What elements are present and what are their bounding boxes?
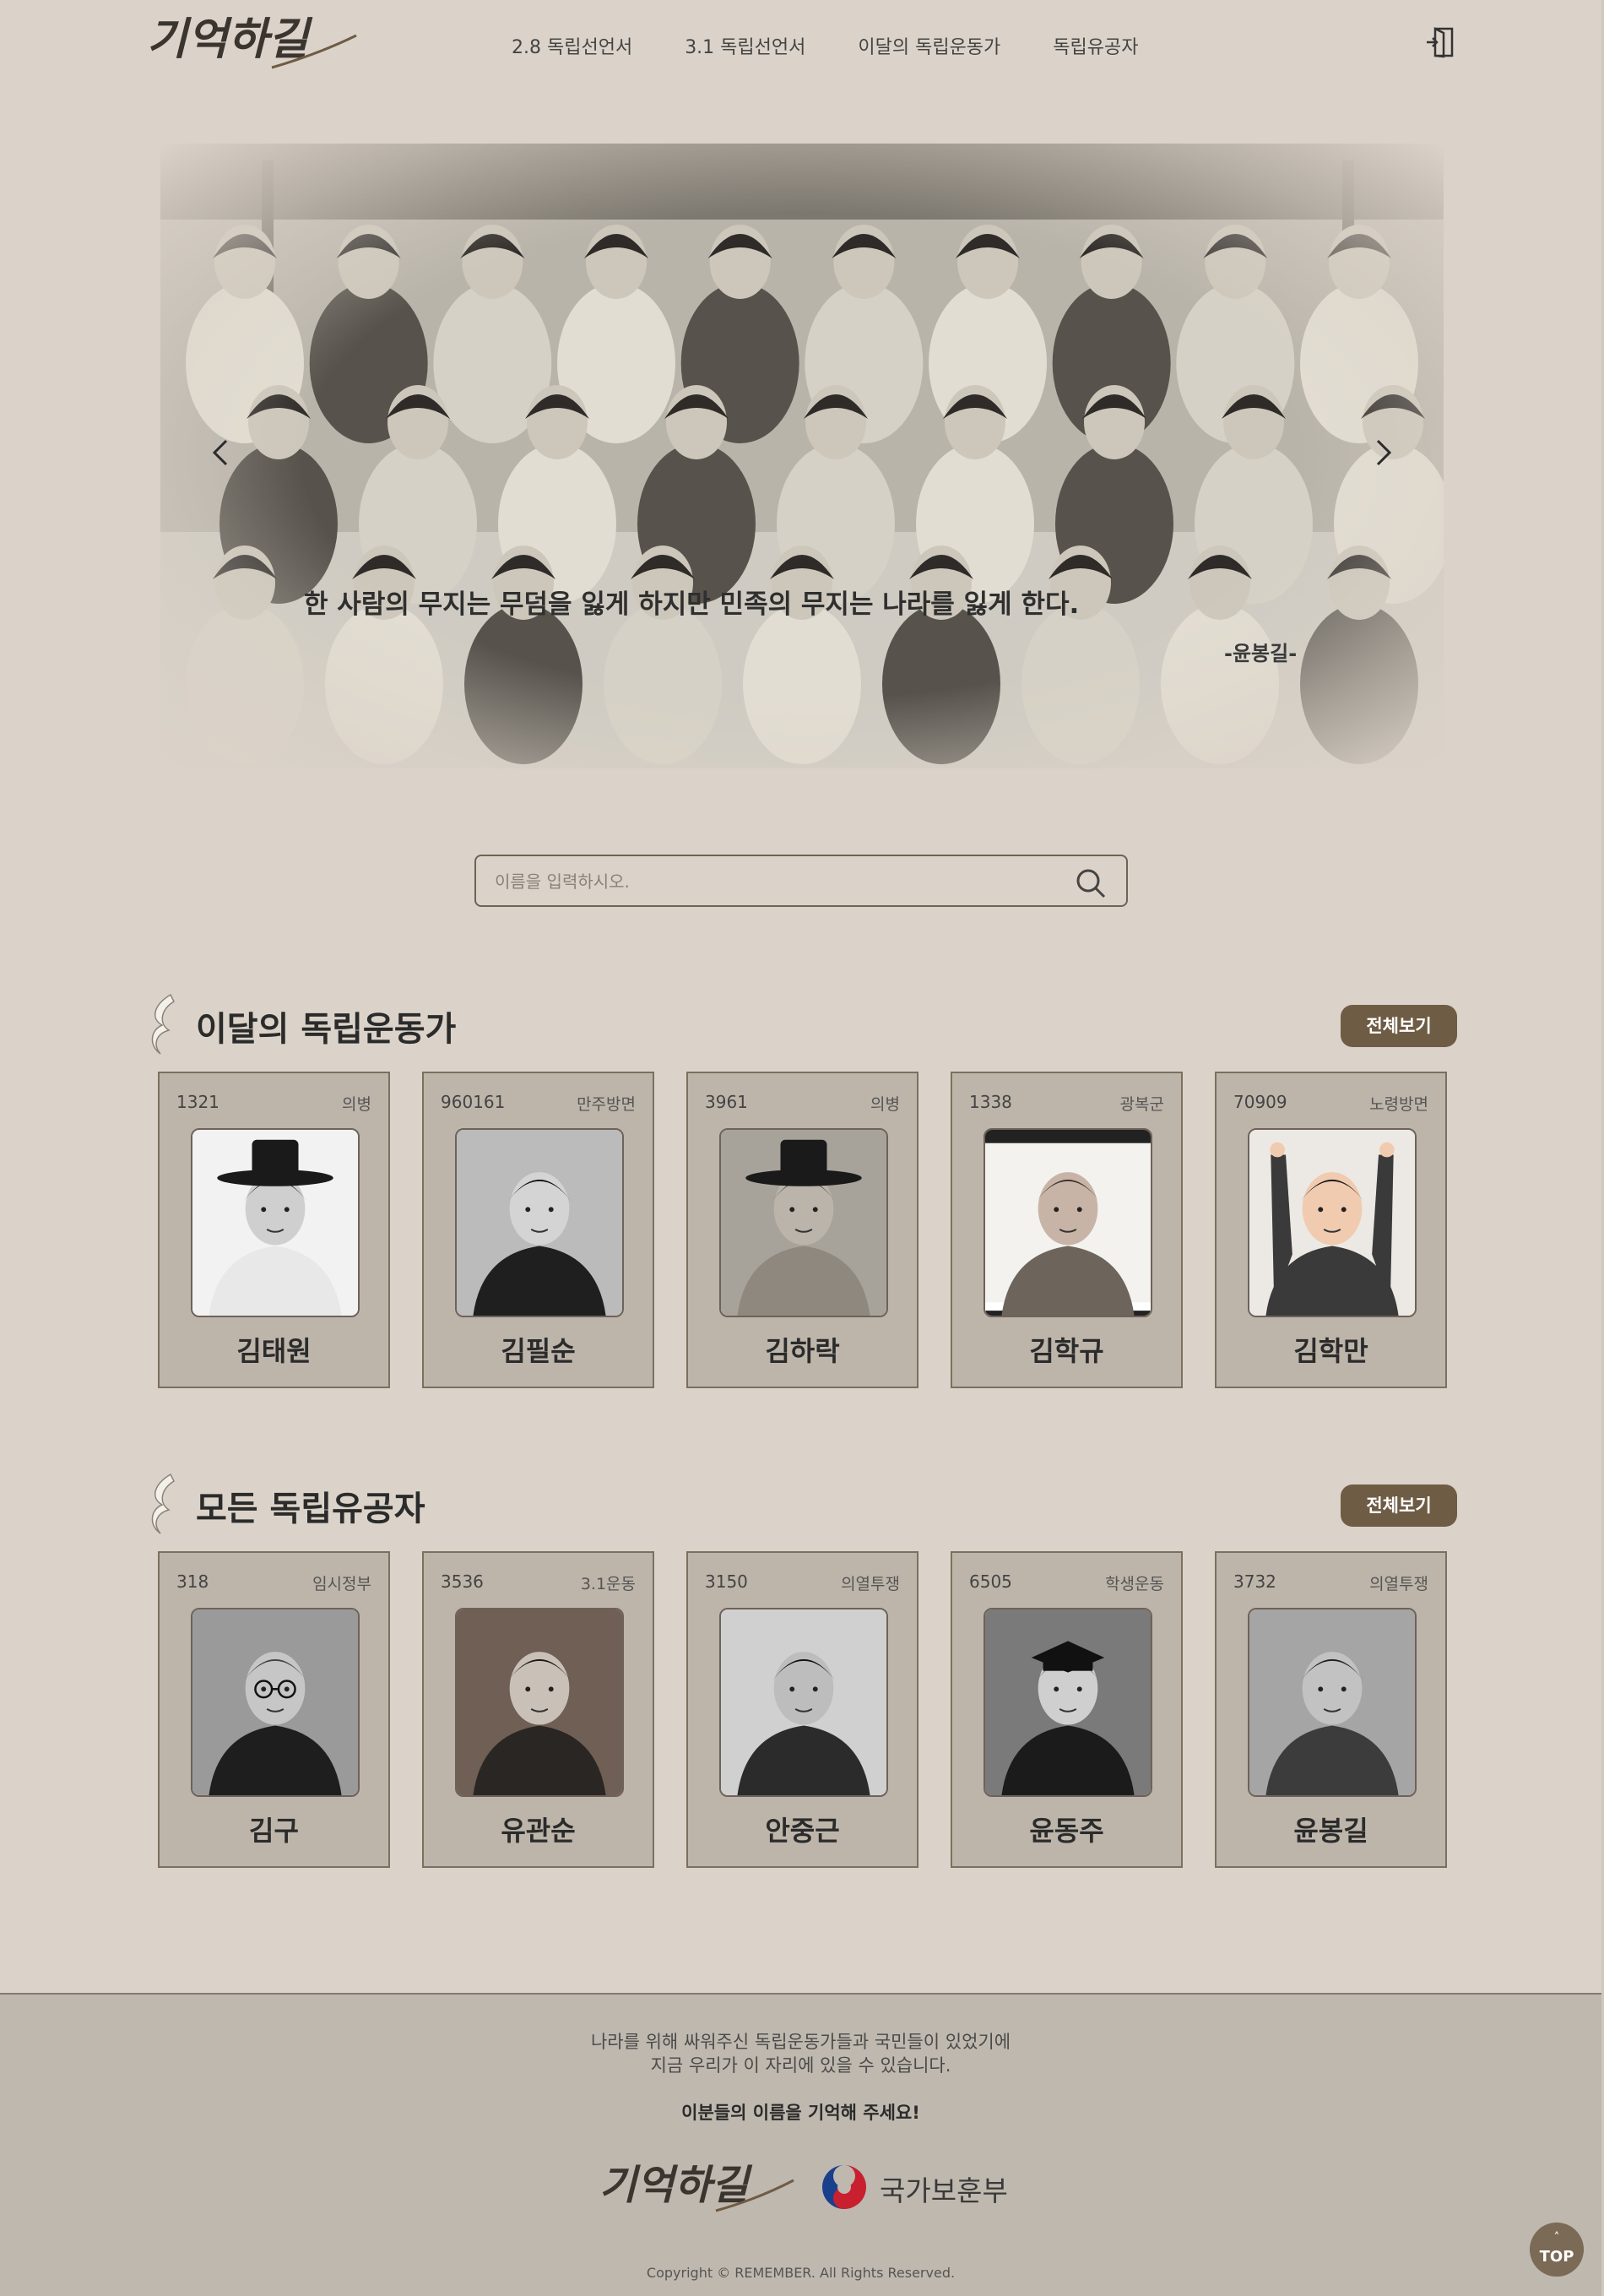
svg-text:기억하길: 기억하길 <box>599 2162 752 2209</box>
person-photo <box>455 1128 624 1317</box>
person-photo <box>1248 1128 1417 1317</box>
person-card[interactable]: 3150 의열투쟁안중근 <box>686 1551 919 1868</box>
person-category: 만주방면 <box>577 1095 636 1114</box>
search-input[interactable] <box>495 868 1052 895</box>
person-card[interactable]: 70909 노령방면김학만 <box>1215 1072 1447 1388</box>
site-header: 기억하길 2.8 독립선언서 3.1 독립선언서 이달의 독립운동가 독립유공자 <box>0 0 1604 84</box>
hero-quote-author: -윤봉길- <box>1224 642 1298 665</box>
ministry-name: 국가보훈부 <box>880 2174 1008 2207</box>
person-id: 3536 <box>441 1571 484 1592</box>
person-id: 960161 <box>441 1092 506 1112</box>
nav-item-monthly-activist[interactable]: 이달의 독립운동가 <box>858 32 1000 59</box>
ministry-emblem-icon <box>822 2165 866 2209</box>
nav-item-patriots[interactable]: 독립유공자 <box>1053 32 1138 59</box>
person-category: 의열투쟁 <box>1369 1575 1428 1593</box>
scroll-top-button[interactable]: ˄ TOP <box>1530 2223 1584 2277</box>
person-id: 318 <box>176 1571 209 1592</box>
person-category: 의병 <box>342 1095 371 1114</box>
person-photo <box>191 1608 360 1797</box>
person-card[interactable]: 6505 학생운동윤동주 <box>951 1551 1183 1868</box>
person-id: 6505 <box>969 1571 1012 1592</box>
person-name: 김하락 <box>765 1335 840 1367</box>
site-logo[interactable]: 기억하길 <box>145 12 365 71</box>
person-name: 윤봉길 <box>1293 1815 1368 1847</box>
person-name: 김필순 <box>501 1335 576 1367</box>
person-name: 김학만 <box>1293 1335 1368 1367</box>
person-card[interactable]: 318 임시정부김구 <box>158 1551 390 1868</box>
footer-message-line1: 나라를 위해 싸워주신 독립운동가들과 국민들이 있었기에 <box>590 2032 1011 2052</box>
footer-logo: 기억하길 <box>599 2162 794 2212</box>
search-icon[interactable] <box>1074 866 1108 900</box>
person-id: 1321 <box>176 1092 219 1112</box>
site-footer: 나라를 위해 싸워주신 독립운동가들과 국민들이 있었기에 지금 우리가 이 자… <box>0 1993 1601 2296</box>
person-photo <box>984 1608 1152 1797</box>
svg-text:기억하길: 기억하길 <box>147 14 313 65</box>
person-name: 안중근 <box>765 1815 840 1847</box>
section-title: 이달의 독립운동가 <box>196 1010 457 1049</box>
person-category: 광복군 <box>1119 1095 1164 1114</box>
hero-carousel: 한 사람의 무지는 무덤을 잃게 하지만 민족의 무지는 나라를 잃게 한다. … <box>160 144 1444 768</box>
person-category: 3.1운동 <box>580 1575 636 1593</box>
person-id: 3961 <box>705 1092 748 1112</box>
section-header-monthly: 이달의 독립운동가 전체보기 <box>145 993 1457 1061</box>
person-name: 김태원 <box>236 1335 312 1367</box>
hero-quote: 한 사람의 무지는 무덤을 잃게 하지만 민족의 무지는 나라를 잃게 한다. <box>304 589 1080 620</box>
person-category: 의열투쟁 <box>841 1575 900 1593</box>
hero-group-photo <box>160 144 1444 768</box>
person-name: 김구 <box>249 1815 299 1847</box>
section-flag-icon <box>151 993 175 1055</box>
patriot-card-list: 318 임시정부김구 3536 3.1운동유관순 3150 의열투쟁안중근 6505 학생운동… <box>158 1551 1447 1868</box>
person-name: 김학규 <box>1029 1335 1104 1367</box>
person-id: 3732 <box>1233 1571 1276 1592</box>
section-header-patriots: 모든 독립유공자 전체보기 <box>145 1473 1457 1540</box>
monthly-card-list: 1321 의병김태원 960161 만주방면김필순 3961 의병김하락 1338 광복군김학… <box>158 1072 1447 1388</box>
footer-remember-message: 이분들의 이름을 기억해 주세요! <box>681 2103 920 2123</box>
person-photo <box>1248 1608 1417 1797</box>
copyright: Copyright © REMEMBER. All Rights Reserve… <box>646 2265 956 2281</box>
person-category: 노령방면 <box>1369 1095 1428 1114</box>
person-category: 의병 <box>870 1095 900 1114</box>
person-name: 유관순 <box>501 1815 576 1847</box>
main-nav: 2.8 독립선언서 3.1 독립선언서 이달의 독립운동가 독립유공자 <box>512 32 1139 59</box>
person-category: 임시정부 <box>312 1575 371 1593</box>
chevron-up-icon: ˄ <box>1553 2231 1560 2244</box>
person-card[interactable]: 1321 의병김태원 <box>158 1072 390 1388</box>
carousel-next-arrow-icon[interactable] <box>1366 436 1400 470</box>
person-photo <box>719 1128 888 1317</box>
view-all-button[interactable]: 전체보기 <box>1341 1005 1457 1047</box>
nav-item-31-declaration[interactable]: 3.1 독립선언서 <box>685 32 805 59</box>
person-card[interactable]: 3961 의병김하락 <box>686 1072 919 1388</box>
section-title: 모든 독립유공자 <box>196 1490 425 1528</box>
person-card[interactable]: 3732 의열투쟁윤봉길 <box>1215 1551 1447 1868</box>
nav-item-28-declaration[interactable]: 2.8 독립선언서 <box>512 32 632 59</box>
person-id: 1338 <box>969 1092 1012 1112</box>
carousel-prev-arrow-icon[interactable] <box>204 436 238 470</box>
person-photo <box>455 1608 624 1797</box>
person-category: 학생운동 <box>1105 1575 1164 1593</box>
person-id: 70909 <box>1233 1092 1287 1112</box>
person-photo <box>984 1128 1152 1317</box>
search-bar <box>474 855 1128 907</box>
person-photo <box>191 1128 360 1317</box>
footer-message-line2: 지금 우리가 이 자리에 있을 수 있습니다. <box>650 2055 951 2076</box>
person-card[interactable]: 3536 3.1운동유관순 <box>422 1551 654 1868</box>
person-photo <box>719 1608 888 1797</box>
scroll-top-label: TOP <box>1539 2248 1574 2266</box>
login-door-icon[interactable] <box>1425 25 1457 59</box>
section-flag-icon <box>151 1473 175 1534</box>
person-name: 윤동주 <box>1029 1815 1104 1847</box>
person-id: 3150 <box>705 1571 748 1592</box>
person-card[interactable]: 1338 광복군김학규 <box>951 1072 1183 1388</box>
person-card[interactable]: 960161 만주방면김필순 <box>422 1072 654 1388</box>
view-all-button[interactable]: 전체보기 <box>1341 1485 1457 1527</box>
